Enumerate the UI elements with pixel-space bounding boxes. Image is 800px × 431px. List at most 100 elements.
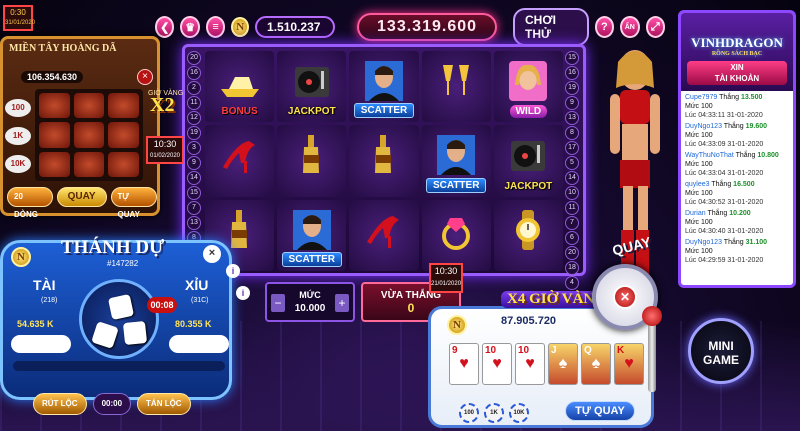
man-portrait-icon xyxy=(364,61,403,101)
golden-hour-date: 01/02/2020 xyxy=(149,153,181,159)
mini-lines-button[interactable]: 20 DÒNG xyxy=(7,187,53,219)
payline-number[interactable]: 16 xyxy=(187,66,201,80)
bet-decrease-button[interactable]: − xyxy=(271,294,285,312)
tan-loc-button[interactable]: TÁN LỘC xyxy=(137,393,191,415)
payline-number[interactable]: 15 xyxy=(565,51,579,65)
tai-label[interactable]: TÀI xyxy=(33,277,56,293)
payline-number[interactable]: 13 xyxy=(187,216,201,230)
try-play-button[interactable]: CHƠI THỬ xyxy=(513,8,589,46)
winner-time: Lúc 04:33:09 31-01-2020 xyxy=(685,141,764,148)
payline-number[interactable]: 18 xyxy=(565,261,579,275)
winner-name[interactable]: DuyNgo123 xyxy=(685,123,722,130)
back-button[interactable]: ❮ xyxy=(155,16,175,38)
rut-loc-timer: 00:00 xyxy=(92,393,132,415)
winner-verb: Thắng xyxy=(723,123,744,130)
reel-cell xyxy=(277,125,347,197)
card-rank: Q xyxy=(584,345,592,356)
golden-hour-multiplier: X2 xyxy=(150,94,175,116)
payline-number[interactable]: 14 xyxy=(187,171,201,185)
brand-sub: RỒNG SÁCH BẠC xyxy=(711,51,763,57)
payline-number[interactable]: 20 xyxy=(565,246,579,260)
bet-label: MỨC xyxy=(299,290,321,300)
info-button[interactable]: i xyxy=(236,286,250,300)
info-button[interactable]: i xyxy=(226,264,240,278)
payline-number[interactable]: 10 xyxy=(565,186,579,200)
lever-knob[interactable] xyxy=(642,306,662,326)
poker-timer: 10:30 21/01/2020 xyxy=(429,263,463,293)
bet-chip[interactable]: 10K xyxy=(509,403,529,423)
mini-game-button[interactable]: MINI GAME xyxy=(688,318,754,384)
mini-bet-option[interactable]: 100 xyxy=(5,99,31,117)
payline-number[interactable]: 14 xyxy=(565,171,579,185)
payline-number[interactable]: 11 xyxy=(187,96,201,110)
mini-symbol xyxy=(108,151,139,177)
symbol-caption: SCATTER xyxy=(425,177,487,193)
xiu-label[interactable]: XỈU xyxy=(185,277,208,293)
reel-cell xyxy=(205,125,275,197)
hide-button[interactable]: ẨN xyxy=(620,16,640,38)
mini-spin-button[interactable]: QUAY xyxy=(56,187,107,207)
payline-number[interactable]: 19 xyxy=(565,81,579,95)
payline-number[interactable]: 6 xyxy=(565,231,579,245)
payline-number[interactable]: 20 xyxy=(187,51,201,65)
payline-number[interactable]: 3 xyxy=(187,141,201,155)
jackpot-amount: 133.319.600 xyxy=(357,13,498,41)
winner-name[interactable]: DuyNgo123 xyxy=(685,239,722,246)
mini-bet-option[interactable]: 10K xyxy=(5,155,31,173)
winner-item: DuyNgo123 Thắng 31.100 Mức 100 Lúc 04:29:5… xyxy=(685,238,789,265)
reel-cell: BONUS xyxy=(205,51,275,123)
xiu-bet-input[interactable] xyxy=(169,335,229,353)
tai-xiu-coin-icon: N xyxy=(11,247,31,267)
payline-number[interactable]: 8 xyxy=(565,126,579,140)
payline-number[interactable]: 9 xyxy=(187,156,201,170)
winner-name[interactable]: Durian xyxy=(685,210,706,217)
help-button[interactable]: ? xyxy=(594,16,615,38)
winner-level: Mức 100 xyxy=(685,161,713,168)
bet-chip[interactable]: 100 xyxy=(459,403,479,423)
dice-bowl xyxy=(79,279,159,359)
payline-number[interactable]: 9 xyxy=(565,96,579,110)
reel-cell: WILD xyxy=(493,51,563,123)
winner-name[interactable]: quylee3 xyxy=(685,181,710,188)
red-heel-icon xyxy=(222,141,255,174)
xiu-amount: 80.355 K xyxy=(175,319,212,329)
winner-time: Lúc 04:30:52 31-01-2020 xyxy=(685,199,764,206)
winner-amount: 10.200 xyxy=(729,210,751,217)
payline-number[interactable]: 2 xyxy=(187,81,201,95)
tai-xiu-close-button[interactable]: × xyxy=(203,245,221,263)
mini-auto-spin-button[interactable]: TỰ QUAY xyxy=(110,187,157,219)
winner-amount: 13.500 xyxy=(740,94,763,101)
mini-slot-close-button[interactable]: × xyxy=(137,69,153,85)
user-balance: 1.510.237 xyxy=(255,16,336,38)
fullscreen-button[interactable]: ⤢ xyxy=(645,16,665,38)
mini-bet-options: 100 1K 10K xyxy=(5,99,31,173)
menu-button[interactable]: ≡ xyxy=(205,16,226,38)
winner-name[interactable]: WayThuNoThat xyxy=(685,152,734,159)
payline-number[interactable]: 16 xyxy=(565,66,579,80)
reel-cell: SCATTER xyxy=(421,125,491,197)
payline-number[interactable]: 15 xyxy=(187,186,201,200)
payline-number[interactable]: 17 xyxy=(565,141,579,155)
mini-symbol xyxy=(73,151,105,177)
trophy-button[interactable]: ♛ xyxy=(180,16,200,38)
payline-number[interactable]: 5 xyxy=(565,156,579,170)
payline-number[interactable]: 12 xyxy=(187,111,201,125)
tai-xiu-controls: RÚT LỘC 00:00 TÁN LỘC xyxy=(33,393,191,415)
playing-card: K ♥ xyxy=(614,343,644,385)
playing-card: Q ♠ xyxy=(581,343,611,385)
mini-bet-option[interactable]: 1K xyxy=(5,127,31,145)
history-dots[interactable] xyxy=(13,361,225,371)
tai-bet-input[interactable] xyxy=(11,335,71,353)
payline-number[interactable]: 7 xyxy=(187,201,201,215)
poker-auto-spin-button[interactable]: TỰ QUAY xyxy=(565,401,635,421)
rut-loc-button[interactable]: RÚT LỘC xyxy=(33,393,87,415)
bet-increase-button[interactable]: + xyxy=(335,294,349,312)
payline-number[interactable]: 7 xyxy=(565,216,579,230)
mini-timer-date: 31/01/2020 xyxy=(5,20,36,26)
payline-number[interactable]: 19 xyxy=(187,126,201,140)
winner-name[interactable]: Cupe7979 xyxy=(685,94,717,101)
bet-chip[interactable]: 1K xyxy=(484,403,504,423)
payline-number[interactable]: 11 xyxy=(565,201,579,215)
login-banner[interactable]: XIN TÀI KHOẢN xyxy=(687,61,787,85)
payline-number[interactable]: 13 xyxy=(565,111,579,125)
